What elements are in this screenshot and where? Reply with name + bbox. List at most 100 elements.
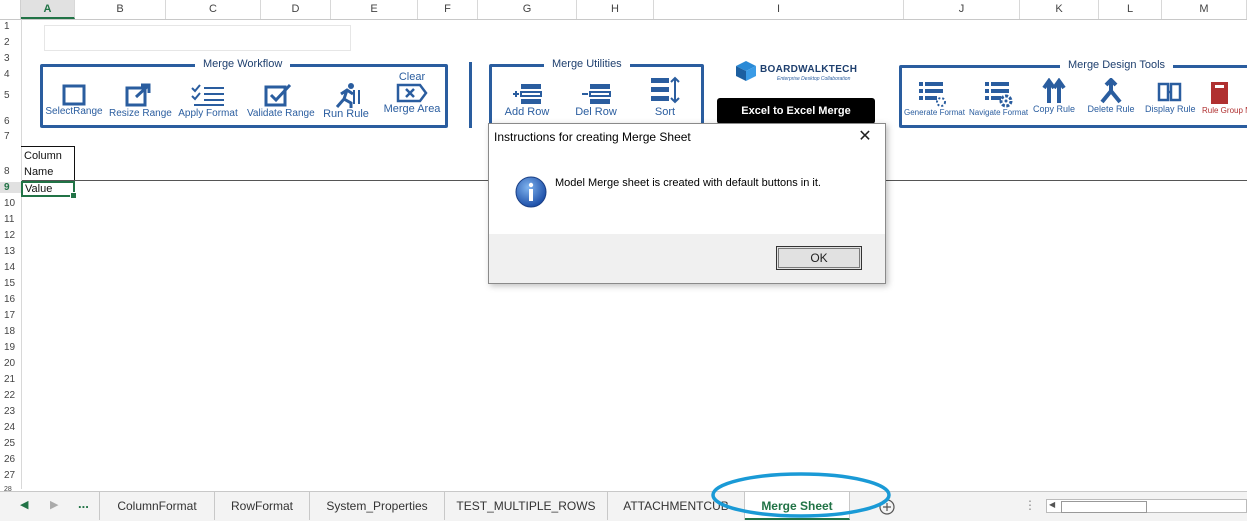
column-header-f[interactable]: F xyxy=(418,0,478,19)
rule-group-button[interactable]: Rule Group M xyxy=(1202,80,1247,115)
row-header[interactable]: 27 xyxy=(0,470,21,481)
row-header-selected[interactable]: 9 xyxy=(0,182,21,193)
generate-format-icon xyxy=(919,82,946,107)
column-header-c[interactable]: C xyxy=(166,0,261,19)
dialog-footer: OK xyxy=(489,234,885,283)
clear-merge-area-button[interactable]: Clear Merge Area xyxy=(380,71,444,115)
apply-format-label: Apply Format xyxy=(178,108,238,119)
display-rule-label: Display Rule xyxy=(1145,104,1196,114)
tab-system-properties[interactable]: System_Properties xyxy=(310,492,445,520)
empty-shape xyxy=(44,25,351,51)
row-header[interactable]: 4 xyxy=(0,69,21,80)
excel-to-excel-merge-button[interactable]: Excel to Excel Merge xyxy=(717,98,875,124)
row-header[interactable]: 20 xyxy=(0,358,21,369)
resize-range-button[interactable]: Resize Range xyxy=(109,82,172,119)
column-header-b[interactable]: B xyxy=(75,0,166,19)
delete-rule-icon xyxy=(1100,78,1122,104)
row-header[interactable]: 19 xyxy=(0,342,21,353)
dialog-close-button[interactable]: ✕ xyxy=(851,126,879,148)
select-range-label: SelectRange xyxy=(45,106,103,117)
column-header-d[interactable]: D xyxy=(261,0,331,19)
select-range-button[interactable]: SelectRange xyxy=(44,84,104,117)
column-header-h[interactable]: H xyxy=(577,0,654,19)
validate-range-button[interactable]: Validate Range xyxy=(247,82,315,119)
row-header[interactable]: 1 xyxy=(0,21,21,32)
row-header[interactable]: 21 xyxy=(0,374,21,385)
sort-button[interactable]: Sort xyxy=(646,76,684,118)
horizontal-scrollbar[interactable]: ◀ xyxy=(1046,499,1247,513)
row-header[interactable]: 15 xyxy=(0,278,21,289)
del-row-icon xyxy=(582,84,611,104)
add-row-icon xyxy=(513,84,542,104)
tab-columnformat[interactable]: ColumnFormat xyxy=(99,492,215,520)
navigate-format-button[interactable]: Navigate Format xyxy=(969,80,1028,117)
cell-a8[interactable]: Column Name xyxy=(21,146,75,180)
row-header[interactable]: 2 xyxy=(0,37,21,48)
scroll-tabs-right-icon[interactable]: ▶ xyxy=(50,498,58,511)
row-header-divider xyxy=(21,19,22,489)
add-row-button[interactable]: Add Row xyxy=(500,82,554,118)
merge-sheet-dialog: Instructions for creating Merge Sheet ✕ … xyxy=(488,123,886,284)
fill-handle[interactable] xyxy=(70,192,77,199)
highlight-ellipse xyxy=(711,472,891,518)
scroll-tabs-left-icon[interactable]: ◀ xyxy=(20,498,28,511)
display-rule-icon xyxy=(1157,82,1182,102)
boardwalktech-cube-icon xyxy=(736,61,756,81)
row-header[interactable]: 25 xyxy=(0,438,21,449)
tab-test-multiple-rows[interactable]: TEST_MULTIPLE_ROWS xyxy=(445,492,608,520)
copy-rule-button[interactable]: Copy Rule xyxy=(1030,78,1078,114)
column-header-i[interactable]: I xyxy=(654,0,904,19)
scroll-left-icon[interactable]: ◀ xyxy=(1049,500,1055,509)
tab-split-handle[interactable]: ⋮ xyxy=(1024,498,1036,512)
cell-a9-selected[interactable]: Value xyxy=(21,181,77,199)
row-header[interactable]: 16 xyxy=(0,294,21,305)
row-header[interactable]: 26 xyxy=(0,454,21,465)
row-header[interactable]: 5 xyxy=(0,90,21,101)
row-header[interactable]: 13 xyxy=(0,246,21,257)
select-all-corner[interactable] xyxy=(0,0,21,19)
row-header[interactable]: 6 xyxy=(0,116,21,127)
select-range-icon xyxy=(62,84,86,106)
navigate-format-icon xyxy=(985,82,1013,108)
row-header[interactable]: 22 xyxy=(0,390,21,401)
boardwalktech-logo: BOARDWALKTECH Enterprise Desktop Collabo… xyxy=(735,60,865,86)
row-header[interactable]: 24 xyxy=(0,422,21,433)
generate-format-button[interactable]: Generate Format xyxy=(904,80,965,117)
row-header[interactable]: 11 xyxy=(0,214,21,225)
copy-rule-label: Copy Rule xyxy=(1032,104,1076,114)
run-rule-label: Run Rule xyxy=(323,108,369,120)
cell-a8-line1: Column xyxy=(24,150,62,162)
more-tabs-button[interactable]: ... xyxy=(78,496,89,511)
column-header-a[interactable]: A xyxy=(21,0,75,19)
clear-icon xyxy=(396,83,428,103)
del-row-label: Del Row xyxy=(575,106,617,118)
ok-button[interactable]: OK xyxy=(776,246,862,270)
row-header[interactable]: 7 xyxy=(0,131,21,142)
row-header[interactable]: 17 xyxy=(0,310,21,321)
row-header[interactable]: 10 xyxy=(0,198,21,209)
rule-group-icon xyxy=(1211,82,1228,104)
row-header[interactable]: 23 xyxy=(0,406,21,417)
column-header-e[interactable]: E xyxy=(331,0,418,19)
info-icon xyxy=(515,176,547,208)
rule-group-label: Rule Group M xyxy=(1202,106,1247,115)
column-header-m[interactable]: M xyxy=(1162,0,1247,19)
column-header-l[interactable]: L xyxy=(1099,0,1162,19)
row-header[interactable]: 3 xyxy=(0,53,21,64)
row-header[interactable]: 8 xyxy=(0,166,21,177)
row-header[interactable]: 12 xyxy=(0,230,21,241)
row-header[interactable]: 18 xyxy=(0,326,21,337)
display-rule-button[interactable]: Display Rule xyxy=(1145,80,1196,114)
row-header[interactable]: 14 xyxy=(0,262,21,273)
column-header-g[interactable]: G xyxy=(478,0,577,19)
run-rule-button[interactable]: Run Rule xyxy=(320,82,372,120)
validate-range-label: Validate Range xyxy=(247,108,315,119)
scrollbar-thumb[interactable] xyxy=(1061,501,1147,513)
del-row-button[interactable]: Del Row xyxy=(569,82,623,118)
apply-format-button[interactable]: Apply Format xyxy=(178,82,238,119)
ribbon-separator xyxy=(469,62,472,128)
tab-rowformat[interactable]: RowFormat xyxy=(215,492,310,520)
delete-rule-button[interactable]: Delete Rule xyxy=(1087,78,1135,114)
column-header-j[interactable]: J xyxy=(904,0,1020,19)
column-header-k[interactable]: K xyxy=(1020,0,1099,19)
